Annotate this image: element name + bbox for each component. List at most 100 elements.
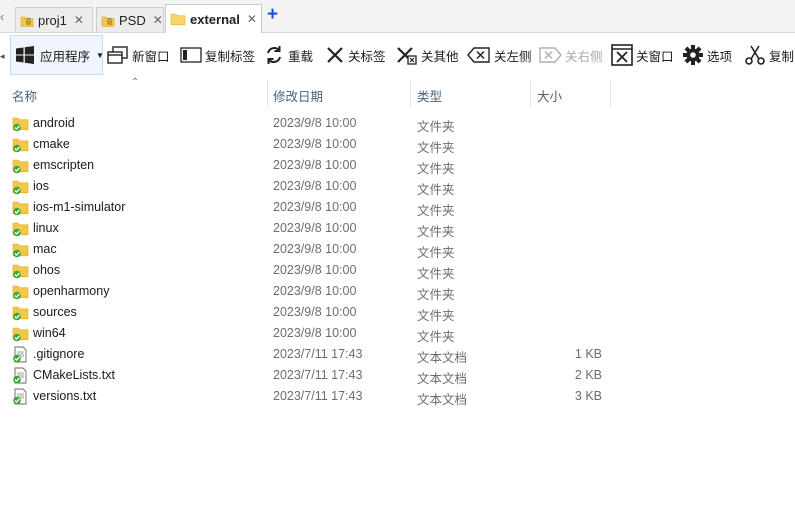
file-name: linux	[33, 221, 59, 235]
tab-proj1[interactable]: proj1 ✕	[15, 7, 93, 32]
new-window-button[interactable]: 新窗口	[107, 42, 170, 68]
windows-logo-icon	[15, 45, 35, 65]
file-name: ios-m1-simulator	[33, 200, 126, 214]
file-row[interactable]: CMakeLists.txt 2023/7/11 17:43 文本文档 2 KB	[0, 365, 620, 386]
file-modified-date: 2023/9/8 10:00	[273, 116, 357, 130]
column-divider[interactable]	[267, 80, 268, 107]
file-type: 文本文档	[417, 372, 468, 386]
file-size: 1 KB	[574, 347, 602, 361]
folder-synced-icon	[12, 241, 29, 258]
tab-label: external	[190, 11, 240, 27]
file-row[interactable]: mac 2023/9/8 10:00 文件夹	[0, 239, 620, 260]
folder-synced-icon	[12, 304, 29, 321]
file-type: 文件夹	[417, 246, 455, 260]
file-modified-date: 2023/9/8 10:00	[273, 284, 357, 298]
folder-synced-icon	[12, 115, 29, 132]
tab-external[interactable]: external ✕	[165, 4, 262, 33]
file-row[interactable]: ohos 2023/9/8 10:00 文件夹	[0, 260, 620, 281]
file-type: 文件夹	[417, 309, 455, 323]
column-header-size[interactable]: 大小	[537, 86, 562, 104]
column-header-type[interactable]: 类型	[417, 86, 442, 104]
reload-label: 重载	[288, 49, 314, 64]
tab-psd[interactable]: PSD ✕	[96, 7, 164, 32]
copy-tab-button[interactable]: 复制标签	[180, 42, 255, 68]
gear-icon	[682, 44, 704, 66]
file-row[interactable]: emscripten 2023/9/8 10:00 文件夹	[0, 155, 620, 176]
apps-label: 应用程序	[40, 49, 91, 64]
file-type: 文件夹	[417, 267, 455, 281]
close-window-icon	[611, 44, 633, 66]
file-type: 文件夹	[417, 204, 455, 218]
tab-close-icon[interactable]: ✕	[153, 13, 163, 27]
column-header-name[interactable]: 名称	[12, 86, 37, 104]
file-type: 文本文档	[417, 351, 468, 365]
file-modified-date: 2023/9/8 10:00	[273, 200, 357, 214]
file-row[interactable]: openharmony 2023/9/8 10:00 文件夹	[0, 281, 620, 302]
apps-dropdown-icon[interactable]: ▼	[96, 51, 104, 60]
file-type: 文件夹	[417, 162, 455, 176]
file-modified-date: 2023/9/8 10:00	[273, 137, 357, 151]
close-tab-button[interactable]: 关标签	[325, 42, 386, 68]
column-divider[interactable]	[610, 80, 611, 107]
reload-icon	[263, 44, 285, 66]
options-label: 选项	[707, 49, 733, 64]
column-divider[interactable]	[530, 80, 531, 107]
sort-ascending-icon: ⌃	[131, 77, 140, 88]
file-type: 文件夹	[417, 120, 455, 134]
folder-synced-icon	[12, 283, 29, 300]
folder-synced-icon	[12, 157, 29, 174]
close-right-label: 关右侧	[565, 49, 603, 64]
column-header-modified[interactable]: 修改日期	[273, 86, 323, 104]
copy-button[interactable]: 复制	[744, 42, 794, 68]
file-row[interactable]: ios-m1-simulator 2023/9/8 10:00 文件夹	[0, 197, 620, 218]
file-name: win64	[33, 326, 66, 340]
column-header-bar	[0, 78, 795, 108]
tab-close-icon[interactable]: ✕	[74, 13, 84, 27]
text-file-synced-icon	[12, 346, 29, 363]
folder-icon	[170, 11, 186, 27]
copy-tab-label: 复制标签	[205, 49, 256, 64]
file-row[interactable]: ios 2023/9/8 10:00 文件夹	[0, 176, 620, 197]
close-left-button[interactable]: 关左侧	[467, 42, 532, 68]
scissors-icon	[744, 44, 766, 66]
file-row[interactable]: win64 2023/9/8 10:00 文件夹	[0, 323, 620, 344]
file-row[interactable]: versions.txt 2023/7/11 17:43 文本文档 3 KB	[0, 386, 620, 407]
file-type: 文件夹	[417, 225, 455, 239]
file-modified-date: 2023/7/11 17:43	[273, 389, 363, 403]
close-others-label: 关其他	[421, 49, 459, 64]
file-row[interactable]: android 2023/9/8 10:00 文件夹	[0, 113, 620, 134]
locked-folder-icon	[101, 14, 115, 27]
file-row[interactable]: sources 2023/9/8 10:00 文件夹	[0, 302, 620, 323]
file-type: 文件夹	[417, 288, 455, 302]
file-name: CMakeLists.txt	[33, 368, 115, 382]
new-tab-button[interactable]: +	[267, 4, 278, 26]
close-window-button[interactable]: 关窗口	[611, 42, 674, 68]
close-right-button[interactable]: 关右侧	[538, 42, 603, 68]
file-name: emscripten	[33, 158, 95, 172]
file-name: sources	[33, 305, 77, 319]
file-type: 文件夹	[417, 141, 455, 155]
file-row[interactable]: cmake 2023/9/8 10:00 文件夹	[0, 134, 620, 155]
column-divider[interactable]	[410, 80, 411, 107]
file-name: mac	[33, 242, 57, 256]
file-size: 2 KB	[574, 368, 602, 382]
file-name: cmake	[33, 137, 70, 151]
tab-bar: ‹ proj1 ✕ PSD ✕ external ✕ +	[0, 0, 795, 33]
close-left-icon	[467, 46, 491, 64]
reload-button[interactable]: 重载	[263, 42, 313, 68]
tab-close-icon[interactable]: ✕	[247, 12, 257, 26]
new-window-icon	[107, 45, 129, 65]
file-type: 文件夹	[417, 330, 455, 344]
file-name: android	[33, 116, 75, 130]
tab-label: proj1	[38, 12, 67, 28]
file-type: 文本文档	[417, 393, 468, 407]
options-button[interactable]: 选项	[682, 42, 732, 68]
close-tab-icon	[325, 45, 345, 65]
tab-scroll-left-icon[interactable]: ‹	[0, 8, 8, 26]
file-modified-date: 2023/7/11 17:43	[273, 368, 363, 382]
apps-button[interactable]: 应用程序 ▼	[15, 42, 104, 68]
close-others-button[interactable]: 关其他	[396, 42, 459, 68]
file-modified-date: 2023/9/8 10:00	[273, 326, 357, 340]
file-row[interactable]: .gitignore 2023/7/11 17:43 文本文档 1 KB	[0, 344, 620, 365]
file-row[interactable]: linux 2023/9/8 10:00 文件夹	[0, 218, 620, 239]
